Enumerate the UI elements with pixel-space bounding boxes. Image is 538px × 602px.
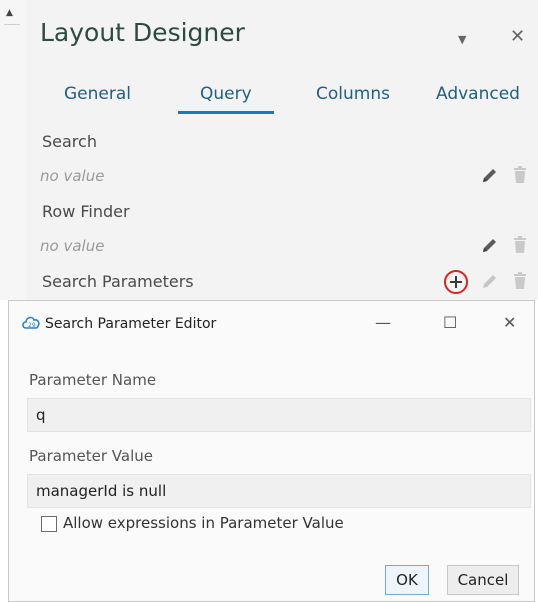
close-button[interactable]: ✕ — [503, 313, 516, 332]
dialog-title: Search Parameter Editor — [45, 316, 217, 332]
cancel-button[interactable]: Cancel — [447, 565, 519, 595]
parameter-name-input[interactable] — [28, 399, 530, 431]
tab-columns[interactable]: Columns — [316, 84, 390, 104]
edit-pencil-icon[interactable] — [480, 272, 500, 292]
search-parameters-label: Search Parameters — [42, 272, 194, 291]
ok-button[interactable]: OK — [385, 565, 429, 595]
add-plus-icon[interactable] — [442, 268, 470, 296]
tab-general[interactable]: General — [64, 84, 131, 104]
svg-text:29: 29 — [28, 322, 36, 329]
maximize-button[interactable]: ☐ — [443, 313, 457, 332]
tab-advanced[interactable]: Advanced — [436, 84, 520, 104]
delete-trash-icon[interactable] — [512, 235, 528, 255]
tab-bar: General Query Columns Advanced — [26, 78, 538, 118]
dialog-titlebar: 29 Search Parameter Editor — ☐ ✕ — [9, 301, 534, 345]
row-finder-label: Row Finder — [42, 202, 130, 221]
parameter-name-label: Parameter Name — [29, 371, 157, 389]
edit-pencil-icon[interactable] — [480, 166, 500, 186]
parameter-value-label: Parameter Value — [29, 447, 153, 465]
tab-query[interactable]: Query — [178, 84, 274, 114]
divider — [4, 24, 20, 25]
search-value: no value — [40, 167, 105, 185]
search-parameter-editor-dialog: 29 Search Parameter Editor — ☐ ✕ Paramet… — [8, 300, 535, 602]
layout-designer-panel: Layout Designer ▼ ✕ General Query Column… — [26, 0, 538, 300]
edit-pencil-icon[interactable] — [480, 236, 500, 256]
search-label: Search — [42, 132, 97, 151]
minimize-button[interactable]: — — [375, 313, 391, 332]
delete-trash-icon[interactable] — [512, 165, 528, 185]
dropdown-icon[interactable]: ▼ — [458, 33, 466, 46]
background-window-edge: ▲ — [0, 0, 27, 300]
caret-icon: ▲ — [6, 8, 13, 18]
panel-title: Layout Designer — [40, 18, 245, 47]
parameter-name-field[interactable] — [27, 398, 531, 432]
delete-trash-icon[interactable] — [512, 271, 528, 291]
parameter-value-input[interactable] — [28, 475, 530, 507]
allow-expressions-checkbox[interactable] — [41, 516, 57, 532]
app-cloud-icon: 29 — [22, 316, 40, 329]
allow-expressions-label[interactable]: Allow expressions in Parameter Value — [63, 514, 344, 532]
close-icon[interactable]: ✕ — [510, 26, 525, 47]
parameter-value-field[interactable] — [27, 474, 531, 508]
row-finder-value: no value — [40, 237, 105, 255]
